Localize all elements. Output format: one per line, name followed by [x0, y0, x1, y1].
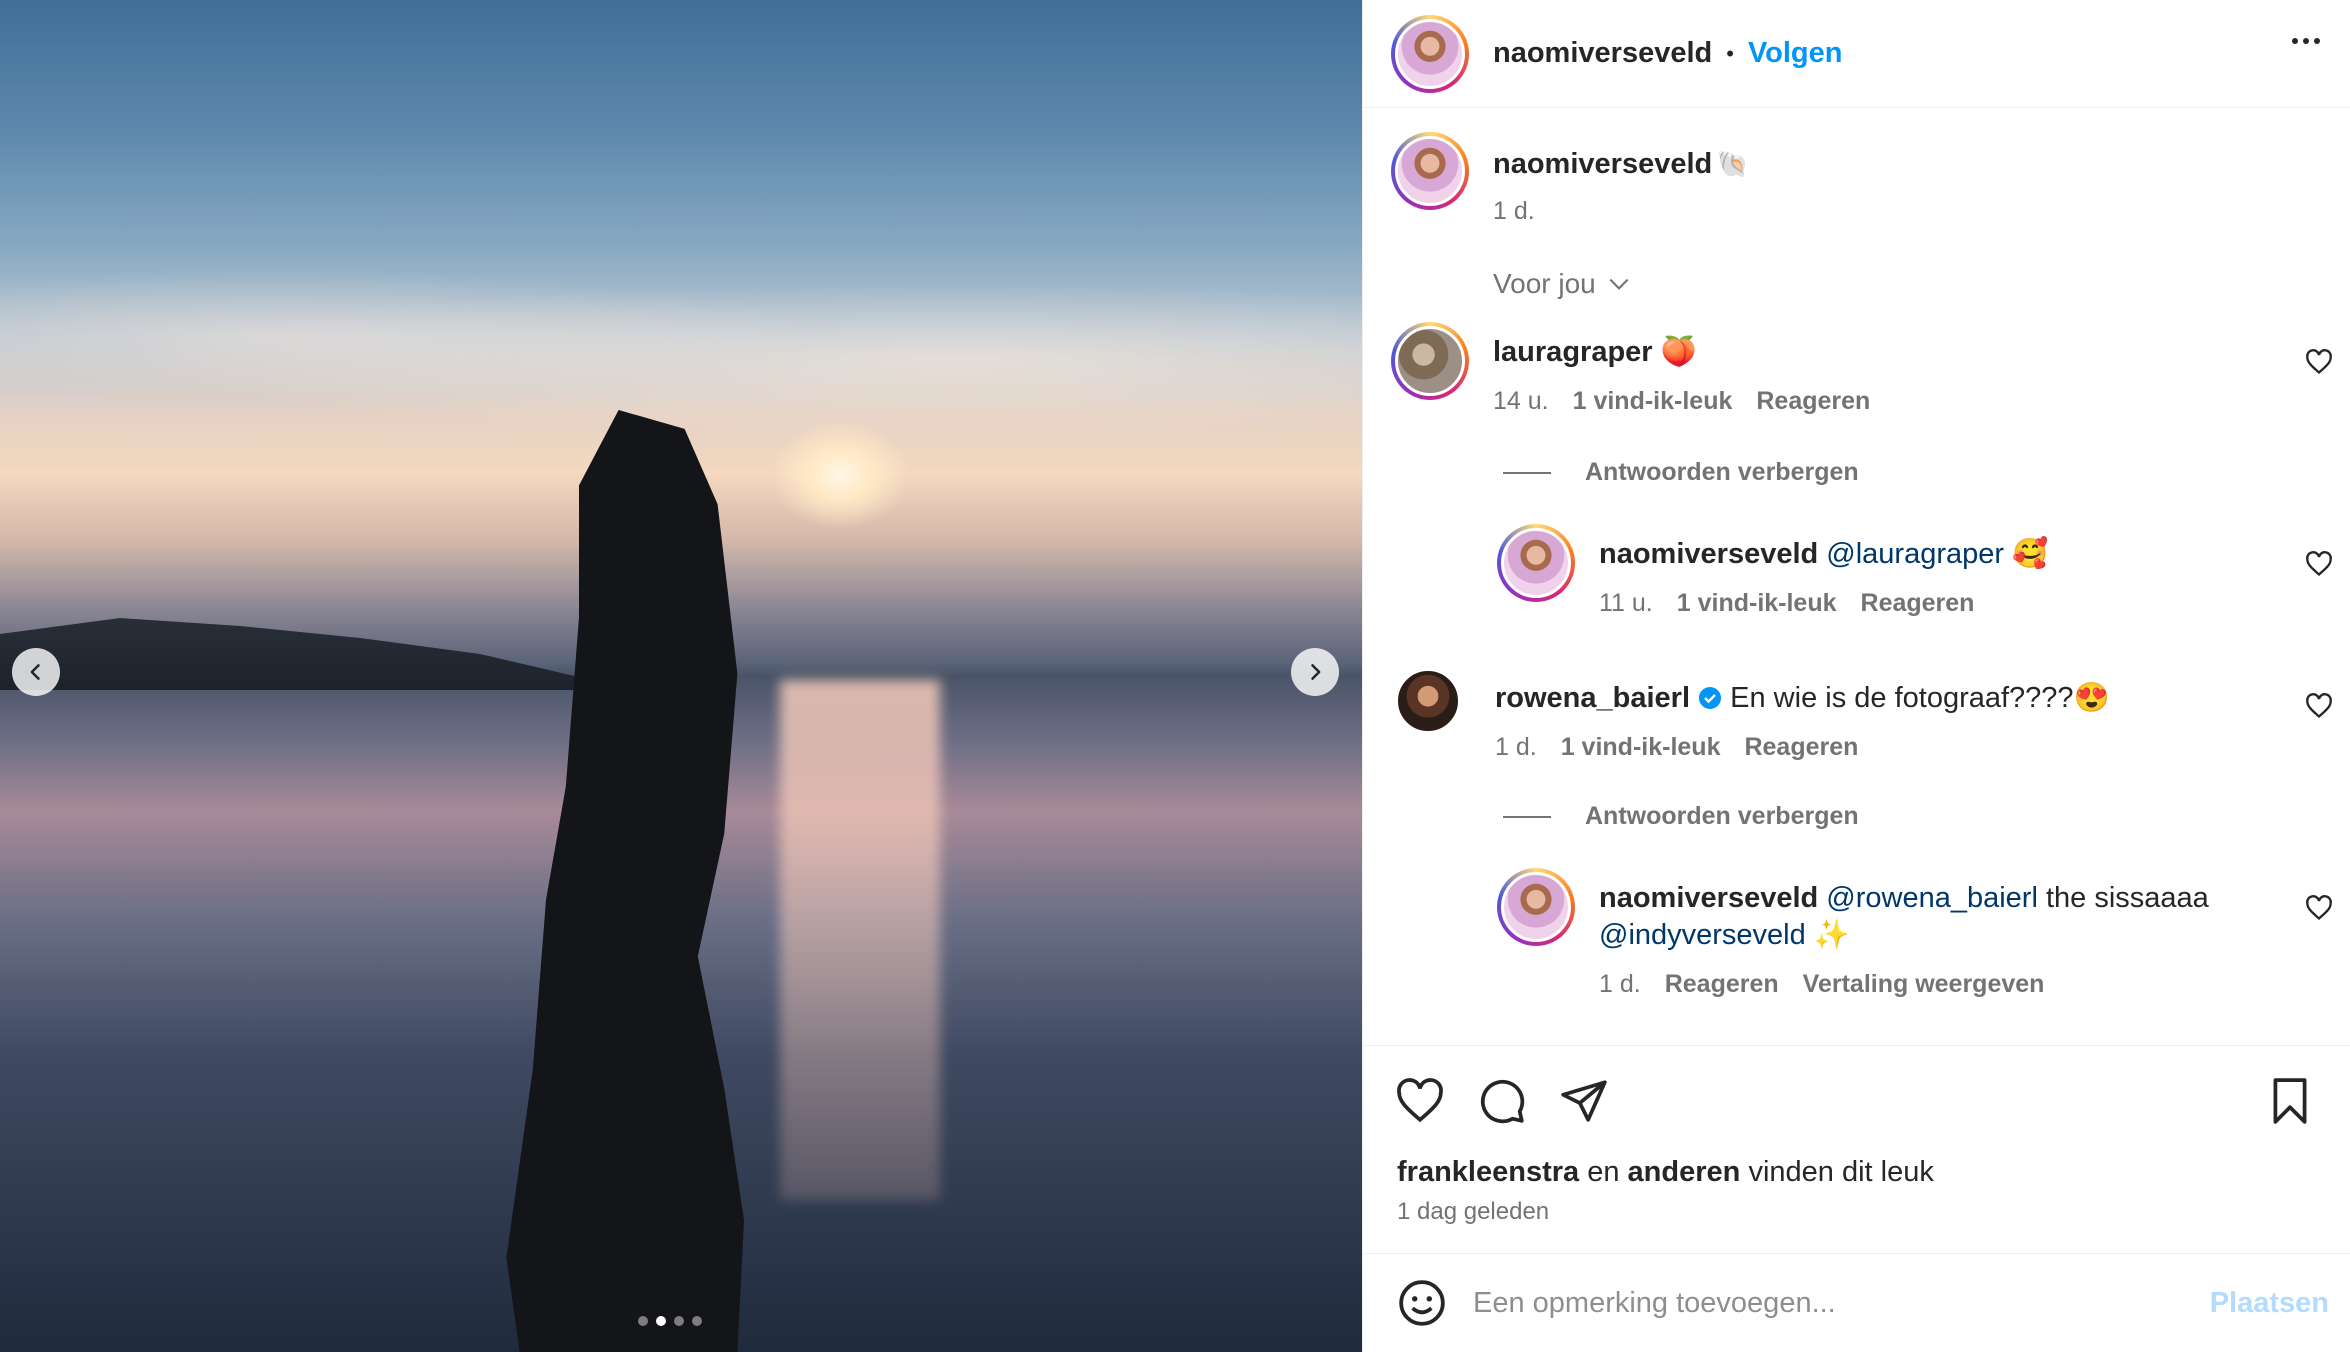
- chevron-right-icon: [1311, 664, 1321, 680]
- comment-input[interactable]: [1473, 1286, 2173, 1320]
- carousel-indicator: [638, 1316, 702, 1326]
- more-options-icon[interactable]: [2292, 38, 2320, 44]
- like-comment-heart-icon[interactable]: [2305, 348, 2333, 376]
- comment-sort-dropdown[interactable]: Voor jou: [1493, 268, 1632, 300]
- header-separator: •: [1726, 40, 1734, 66]
- reply-avatar[interactable]: [1497, 868, 1575, 946]
- likes-and: en: [1587, 1156, 1620, 1188]
- post-caption: naomiverseveld 🐚 1 d.: [1391, 132, 1749, 226]
- post-header: naomiverseveld • Volgen: [1363, 0, 2350, 108]
- translate-button[interactable]: Vertaling weergeven: [1803, 970, 2045, 999]
- comment-composer: Plaatsen: [1363, 1253, 2350, 1352]
- like-comment-heart-icon[interactable]: [2305, 692, 2333, 720]
- reply-mention[interactable]: @indyverseveld: [1599, 919, 1806, 951]
- carousel-dot: [692, 1316, 702, 1326]
- comment-likes[interactable]: 1 vind-ik-leuk: [1573, 387, 1733, 416]
- carousel-dot: [674, 1316, 684, 1326]
- carousel-dot: [638, 1316, 648, 1326]
- sun-reflection: [780, 680, 940, 1200]
- post-comment-button[interactable]: Plaatsen: [2210, 1287, 2329, 1320]
- share-send-icon[interactable]: [1559, 1076, 1609, 1126]
- liked-by-username[interactable]: frankleenstra: [1397, 1156, 1579, 1188]
- likes-suffix: vinden dit leuk: [1748, 1156, 1934, 1188]
- reply-username[interactable]: naomiverseveld: [1599, 538, 1818, 570]
- comment-text: En wie is de fotograaf????😍: [1730, 682, 2110, 714]
- reply-text: 🥰: [2012, 538, 2049, 570]
- comment-item: rowena_baierl En wie is de fotograaf????…: [1395, 668, 2110, 762]
- reply-username[interactable]: naomiverseveld: [1599, 882, 1818, 914]
- verified-badge-icon: [1699, 687, 1722, 709]
- reply-text: the sissaaaa: [2045, 882, 2209, 914]
- carousel-dot-active: [656, 1316, 666, 1326]
- post-media: [0, 0, 1362, 1352]
- commenter-avatar[interactable]: [1391, 322, 1469, 400]
- likes-others-link[interactable]: anderen: [1628, 1156, 1741, 1188]
- chevron-down-icon: [1609, 278, 1629, 290]
- person-silhouette: [506, 410, 744, 1352]
- comments-section: naomiverseveld 🐚 1 d. Voor jou lauragrap…: [1363, 108, 2350, 1045]
- like-heart-icon[interactable]: [1395, 1076, 1445, 1126]
- likes-summary: frankleenstra en anderen vinden dit leuk: [1397, 1156, 1934, 1189]
- author-username[interactable]: naomiverseveld: [1493, 37, 1712, 70]
- hide-replies-label: Antwoorden verbergen: [1585, 458, 1859, 486]
- reply-button[interactable]: Reageren: [1756, 387, 1870, 416]
- previous-image-button[interactable]: [12, 648, 60, 696]
- post-side-panel: naomiverseveld • Volgen naomiverseveld 🐚…: [1362, 0, 2350, 1352]
- reply-text: ✨: [1813, 919, 1850, 951]
- next-image-button[interactable]: [1291, 648, 1339, 696]
- reply-mention[interactable]: @lauragraper: [1826, 538, 2004, 570]
- post-date[interactable]: 1 dag geleden: [1397, 1198, 1549, 1226]
- post-actions: frankleenstra en anderen vinden dit leuk…: [1363, 1045, 2350, 1253]
- comment-time[interactable]: 1 d.: [1495, 733, 1537, 762]
- commenter-avatar[interactable]: [1395, 668, 1461, 734]
- comment-text: 🍑: [1660, 336, 1697, 368]
- reply-avatar[interactable]: [1497, 524, 1575, 602]
- comment-username[interactable]: rowena_baierl: [1495, 682, 1690, 714]
- comment-likes[interactable]: 1 vind-ik-leuk: [1561, 733, 1721, 762]
- reply-time[interactable]: 11 u.: [1599, 589, 1653, 618]
- chevron-left-icon: [30, 664, 40, 680]
- reply-button[interactable]: Reageren: [1665, 970, 1779, 999]
- reply-item: naomiverseveld @rowena_baierl the sissaa…: [1497, 868, 2209, 999]
- caption-avatar[interactable]: [1391, 132, 1469, 210]
- sort-label: Voor jou: [1493, 268, 1596, 299]
- emoji-smiley-icon[interactable]: [1397, 1278, 1447, 1328]
- like-reply-heart-icon[interactable]: [2305, 894, 2333, 922]
- comment-bubble-icon[interactable]: [1477, 1076, 1527, 1126]
- comment-item: lauragraper 🍑 14 u. 1 vind-ik-leuk Reage…: [1391, 322, 1870, 416]
- caption-username[interactable]: naomiverseveld: [1493, 148, 1712, 180]
- shoreline: [0, 618, 600, 690]
- bookmark-icon[interactable]: [2265, 1076, 2315, 1126]
- reply-likes[interactable]: 1 vind-ik-leuk: [1677, 589, 1837, 618]
- sunset-sun: [770, 420, 910, 530]
- comment-time[interactable]: 14 u.: [1493, 387, 1549, 416]
- hide-replies-button[interactable]: Antwoorden verbergen: [1503, 802, 1859, 831]
- reply-button[interactable]: Reageren: [1861, 589, 1975, 618]
- caption-text: 🐚: [1716, 149, 1750, 179]
- hide-replies-label: Antwoorden verbergen: [1585, 802, 1859, 830]
- reply-button[interactable]: Reageren: [1744, 733, 1858, 762]
- reply-item: naomiverseveld @lauragraper 🥰 11 u. 1 vi…: [1497, 524, 2048, 618]
- author-avatar[interactable]: [1391, 14, 1469, 93]
- caption-time[interactable]: 1 d.: [1493, 197, 1535, 226]
- like-reply-heart-icon[interactable]: [2305, 550, 2333, 578]
- hide-replies-button[interactable]: Antwoorden verbergen: [1503, 458, 1859, 487]
- reply-mention[interactable]: @rowena_baierl: [1826, 882, 2038, 914]
- comment-username[interactable]: lauragraper: [1493, 336, 1653, 368]
- reply-time[interactable]: 1 d.: [1599, 970, 1641, 999]
- follow-button[interactable]: Volgen: [1748, 37, 1843, 70]
